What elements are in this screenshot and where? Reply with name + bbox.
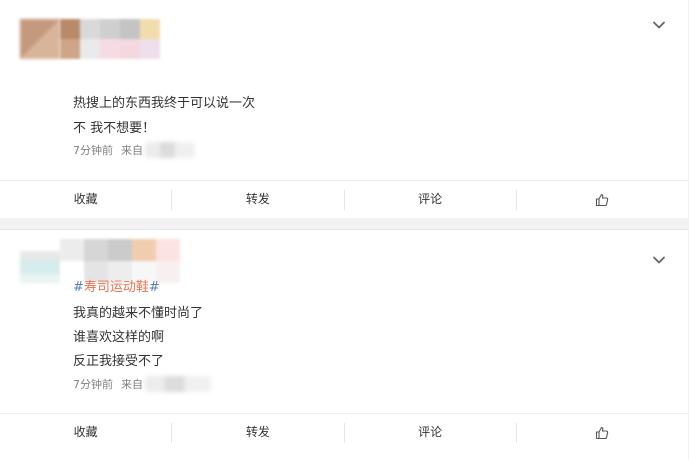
action-bar: 收藏 转发 评论 (0, 180, 688, 218)
post-text-line: 不 我不想要！ (73, 121, 156, 136)
post-source-blurred[interactable] (145, 142, 195, 158)
chevron-down-icon[interactable] (652, 253, 666, 267)
post-source-label: 来自 (121, 378, 143, 391)
like-button[interactable] (517, 181, 688, 218)
post-text-line: 我真的越来不懂时尚了 (73, 306, 204, 321)
thumbs-up-icon (596, 426, 609, 439)
comment-button[interactable]: 评论 (345, 414, 516, 451)
post-text-line: 反正我接受不了 (73, 354, 165, 369)
favorite-button[interactable]: 收藏 (0, 414, 171, 451)
post-source-label: 来自 (121, 144, 143, 157)
favorite-button[interactable]: 收藏 (0, 181, 171, 218)
post-text-line: 热搜上的东西我终于可以说一次 (73, 96, 256, 111)
user-avatar[interactable] (20, 251, 62, 283)
thumbs-up-icon (596, 193, 609, 206)
feed-card-1: 热搜上的东西我终于可以说一次 不 我不想要！ 7分钟前 来自 收藏 转发 评论 (0, 0, 688, 218)
post-time[interactable]: 7分钟前 (73, 376, 113, 392)
post-text-line: 谁喜欢这样的啊 (73, 330, 165, 345)
chevron-down-icon[interactable] (652, 18, 666, 32)
username-blurred[interactable] (60, 19, 160, 59)
user-avatar[interactable] (20, 19, 60, 59)
post-meta: 7分钟前 来自 (73, 376, 211, 392)
like-button[interactable] (517, 414, 688, 451)
repost-button[interactable]: 转发 (172, 181, 343, 218)
action-bar: 收藏 转发 评论 (0, 413, 688, 451)
repost-button[interactable]: 转发 (172, 414, 343, 451)
post-source-blurred[interactable] (145, 376, 211, 392)
post-meta: 7分钟前 来自 (73, 142, 195, 158)
topic-link[interactable]: #寿司运动鞋# (73, 276, 160, 295)
feed-card-2: #寿司运动鞋# 我真的越来不懂时尚了 谁喜欢这样的啊 反正我接受不了 7分钟前 … (0, 229, 688, 460)
comment-button[interactable]: 评论 (345, 181, 516, 218)
post-time[interactable]: 7分钟前 (73, 142, 113, 158)
